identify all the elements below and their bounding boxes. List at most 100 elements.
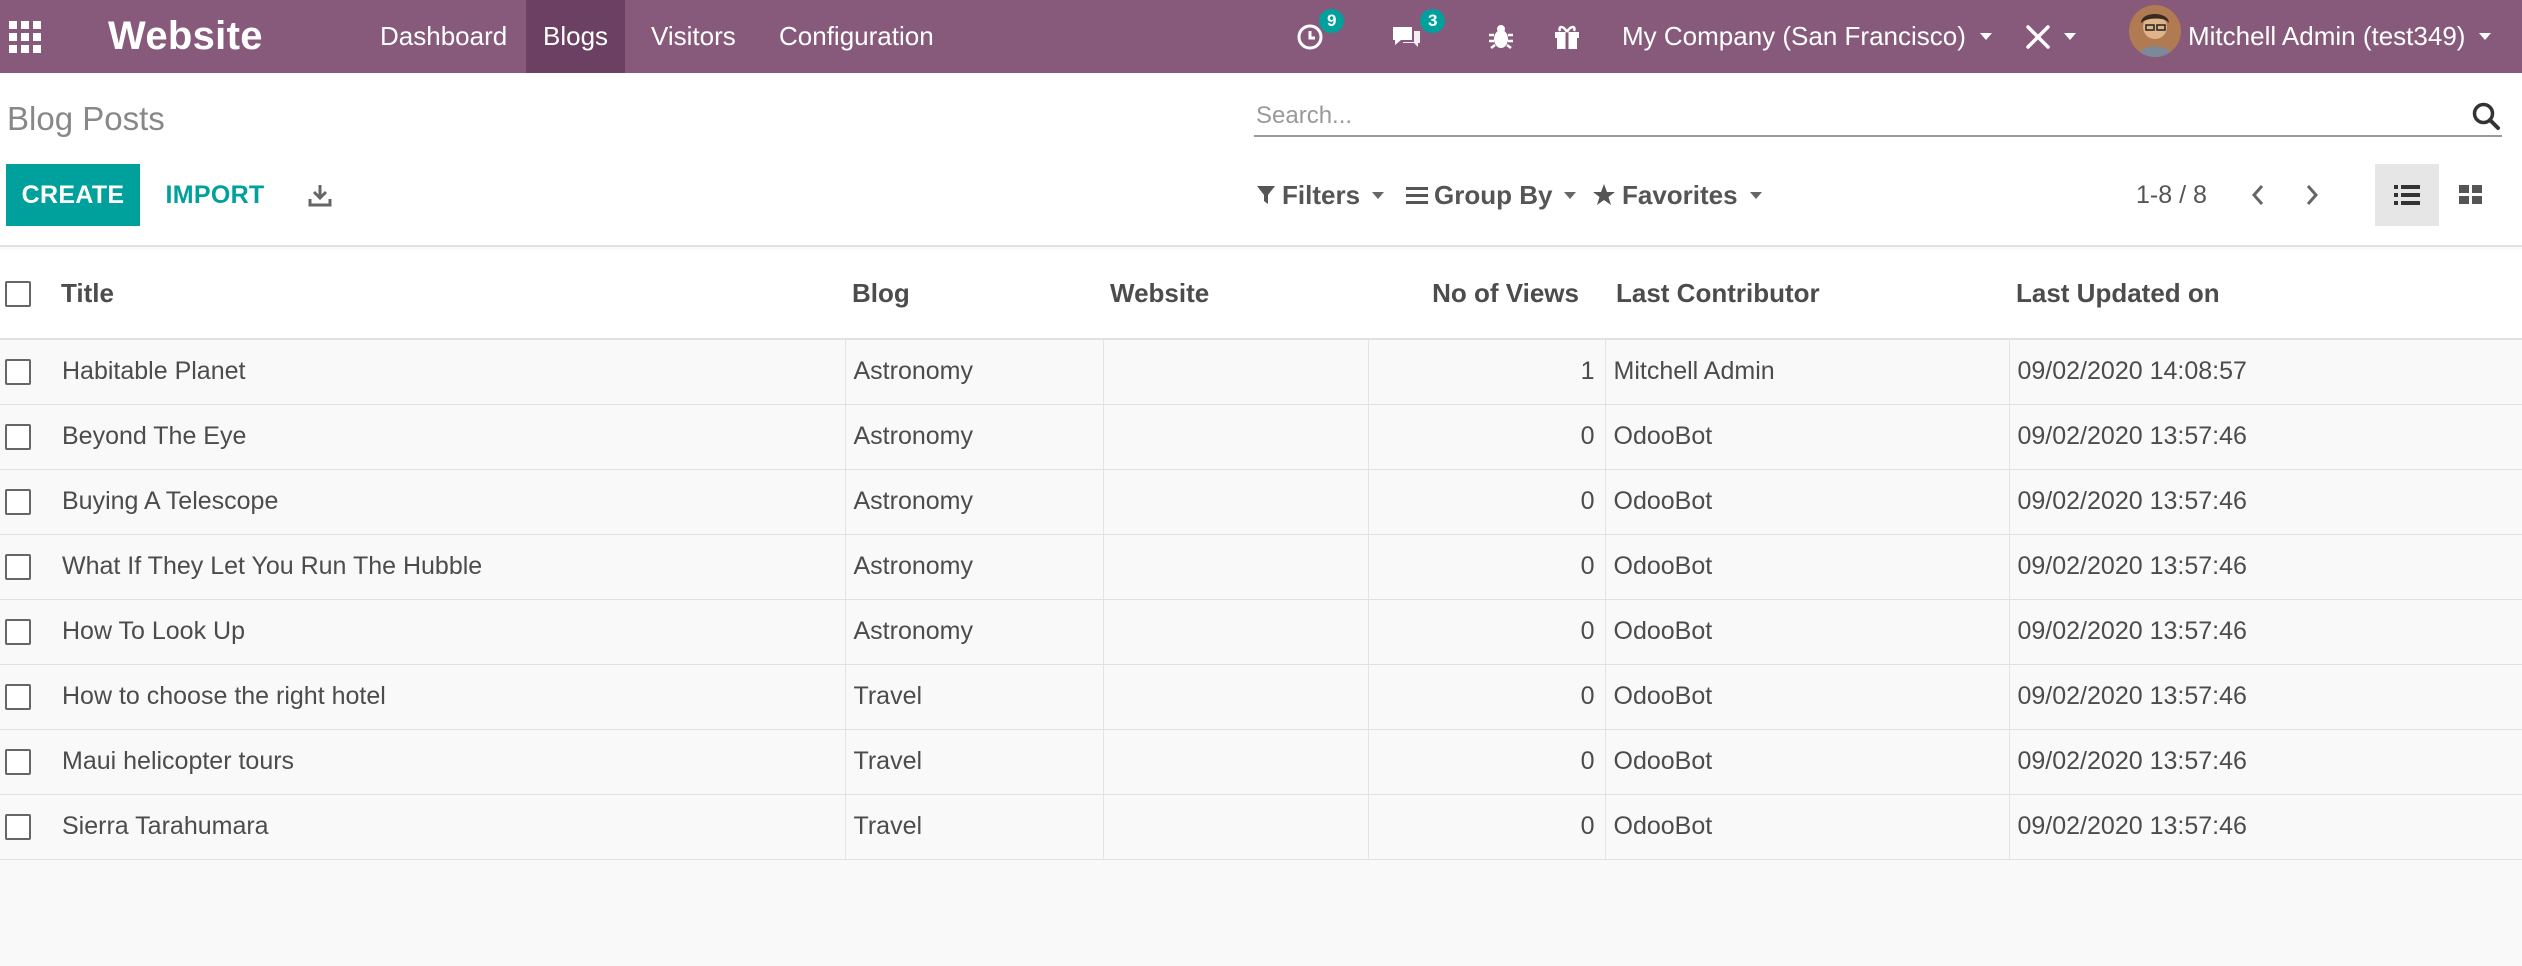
filters-dropdown[interactable]: Filters — [1256, 174, 1385, 216]
cell-title[interactable]: Beyond The Eye — [52, 404, 845, 470]
column-header-website[interactable]: Website — [1103, 249, 1368, 340]
cell-views[interactable]: 0 — [1367, 469, 1605, 535]
export-download-button[interactable] — [300, 174, 340, 216]
column-header-views[interactable]: No of Views — [1368, 249, 1605, 340]
tools-menu-button[interactable] — [2024, 0, 2080, 73]
row-checkbox[interactable] — [5, 553, 31, 580]
cell-website[interactable] — [1102, 404, 1368, 470]
group-by-dropdown[interactable]: Group By — [1406, 174, 1577, 216]
cell-views[interactable]: 0 — [1367, 404, 1605, 470]
column-header-last-updated[interactable]: Last Updated on — [2009, 249, 2522, 340]
cell-website[interactable] — [1102, 599, 1368, 665]
list-view-button[interactable] — [2375, 164, 2439, 226]
import-button[interactable]: IMPORT — [150, 164, 280, 226]
app-name[interactable]: Website — [108, 0, 263, 73]
column-header-last-contributor[interactable]: Last Contributor — [1605, 249, 2009, 340]
cell-last-updated[interactable]: 09/02/2020 13:57:46 — [2008, 599, 2522, 665]
cell-blog[interactable]: Astronomy — [844, 404, 1103, 470]
cell-blog[interactable]: Astronomy — [844, 339, 1103, 405]
activity-button[interactable]: 9 — [1292, 0, 1352, 73]
cell-last-contributor[interactable]: Mitchell Admin — [1604, 339, 2009, 405]
cell-views[interactable]: 0 — [1367, 534, 1605, 600]
favorites-dropdown[interactable]: Favorites — [1592, 174, 1762, 216]
cell-blog[interactable]: Astronomy — [844, 534, 1103, 600]
search-input[interactable] — [1256, 99, 2436, 133]
cell-last-updated[interactable]: 09/02/2020 14:08:57 — [2008, 339, 2522, 405]
cell-last-contributor[interactable]: OdooBot — [1604, 534, 2009, 600]
cell-views[interactable]: 1 — [1367, 339, 1605, 405]
table-row[interactable]: What If They Let You Run The Hubble Astr… — [0, 534, 2522, 600]
pager-value[interactable]: 1-8 / 8 — [2136, 174, 2207, 216]
row-checkbox[interactable] — [5, 488, 31, 515]
cell-blog[interactable]: Astronomy — [844, 469, 1103, 535]
cell-last-contributor[interactable]: OdooBot — [1604, 404, 2009, 470]
cell-last-updated[interactable]: 09/02/2020 13:57:46 — [2008, 794, 2522, 860]
cell-title[interactable]: How to choose the right hotel — [52, 664, 845, 730]
cell-website[interactable] — [1102, 729, 1368, 795]
create-button[interactable]: CREATE — [6, 164, 140, 226]
avatar[interactable] — [2129, 5, 2181, 57]
cell-last-updated[interactable]: 09/02/2020 13:57:46 — [2008, 469, 2522, 535]
cell-views[interactable]: 0 — [1367, 794, 1605, 860]
table-row[interactable]: Buying A Telescope Astronomy 0 OdooBot 0… — [0, 469, 2522, 535]
cell-views[interactable]: 0 — [1367, 664, 1605, 730]
user-menu[interactable]: Mitchell Admin (test349) — [2188, 0, 2492, 73]
search-button[interactable] — [2470, 100, 2502, 132]
cell-blog[interactable]: Travel — [844, 729, 1103, 795]
cell-blog[interactable]: Travel — [844, 664, 1103, 730]
menu-configuration[interactable]: Configuration — [762, 0, 951, 73]
cell-website[interactable] — [1102, 664, 1368, 730]
cell-website[interactable] — [1102, 794, 1368, 860]
row-checkbox[interactable] — [5, 748, 31, 775]
pager-previous-button[interactable] — [2238, 174, 2278, 216]
cell-last-contributor[interactable]: OdooBot — [1604, 664, 2009, 730]
cell-views[interactable]: 0 — [1367, 599, 1605, 665]
cell-title[interactable]: How To Look Up — [52, 599, 845, 665]
cell-blog[interactable]: Astronomy — [844, 599, 1103, 665]
cell-website[interactable] — [1102, 534, 1368, 600]
cell-title[interactable]: Sierra Tarahumara — [52, 794, 845, 860]
row-select-cell — [0, 794, 52, 860]
pager-next-button[interactable] — [2292, 174, 2332, 216]
table-row[interactable]: How To Look Up Astronomy 0 OdooBot 09/02… — [0, 599, 2522, 665]
gift-button[interactable] — [1553, 0, 1585, 73]
cell-website[interactable] — [1102, 469, 1368, 535]
menu-visitors[interactable]: Visitors — [634, 0, 753, 73]
cell-title[interactable]: Buying A Telescope — [52, 469, 845, 535]
cell-website[interactable] — [1102, 339, 1368, 405]
cell-last-updated[interactable]: 09/02/2020 13:57:46 — [2008, 729, 2522, 795]
column-header-title[interactable]: Title — [52, 249, 845, 340]
menu-dashboard[interactable]: Dashboard — [363, 0, 524, 73]
row-checkbox[interactable] — [5, 618, 31, 645]
kanban-view-button[interactable] — [2439, 164, 2503, 226]
debug-button[interactable] — [1488, 0, 1520, 73]
menu-blogs[interactable]: Blogs — [526, 0, 626, 73]
messages-button[interactable]: 3 — [1388, 0, 1452, 73]
table-row[interactable]: Sierra Tarahumara Travel 0 OdooBot 09/02… — [0, 794, 2522, 860]
cell-title[interactable]: What If They Let You Run The Hubble — [52, 534, 845, 600]
cell-title[interactable]: Habitable Planet — [52, 339, 845, 405]
row-checkbox[interactable] — [5, 358, 31, 385]
cell-last-contributor[interactable]: OdooBot — [1604, 599, 2009, 665]
cell-last-contributor[interactable]: OdooBot — [1604, 469, 2009, 535]
cell-last-updated[interactable]: 09/02/2020 13:57:46 — [2008, 664, 2522, 730]
cell-last-contributor[interactable]: OdooBot — [1604, 794, 2009, 860]
table-row[interactable]: How to choose the right hotel Travel 0 O… — [0, 664, 2522, 730]
cell-last-contributor[interactable]: OdooBot — [1604, 729, 2009, 795]
row-checkbox[interactable] — [5, 423, 31, 450]
select-all-checkbox[interactable] — [5, 280, 31, 307]
cell-views[interactable]: 0 — [1367, 729, 1605, 795]
row-checkbox[interactable] — [5, 683, 31, 710]
cell-title[interactable]: Maui helicopter tours — [52, 729, 845, 795]
row-select-cell — [0, 339, 52, 405]
table-row[interactable]: Maui helicopter tours Travel 0 OdooBot 0… — [0, 729, 2522, 795]
cell-last-updated[interactable]: 09/02/2020 13:57:46 — [2008, 404, 2522, 470]
table-row[interactable]: Beyond The Eye Astronomy 0 OdooBot 09/02… — [0, 404, 2522, 470]
cell-blog[interactable]: Travel — [844, 794, 1103, 860]
table-row[interactable]: Habitable Planet Astronomy 1 Mitchell Ad… — [0, 339, 2522, 405]
cell-last-updated[interactable]: 09/02/2020 13:57:46 — [2008, 534, 2522, 600]
column-header-blog[interactable]: Blog — [845, 249, 1103, 340]
row-checkbox[interactable] — [5, 813, 31, 840]
company-switcher[interactable]: My Company (San Francisco) — [1622, 0, 1992, 73]
apps-menu-button[interactable] — [0, 0, 50, 73]
